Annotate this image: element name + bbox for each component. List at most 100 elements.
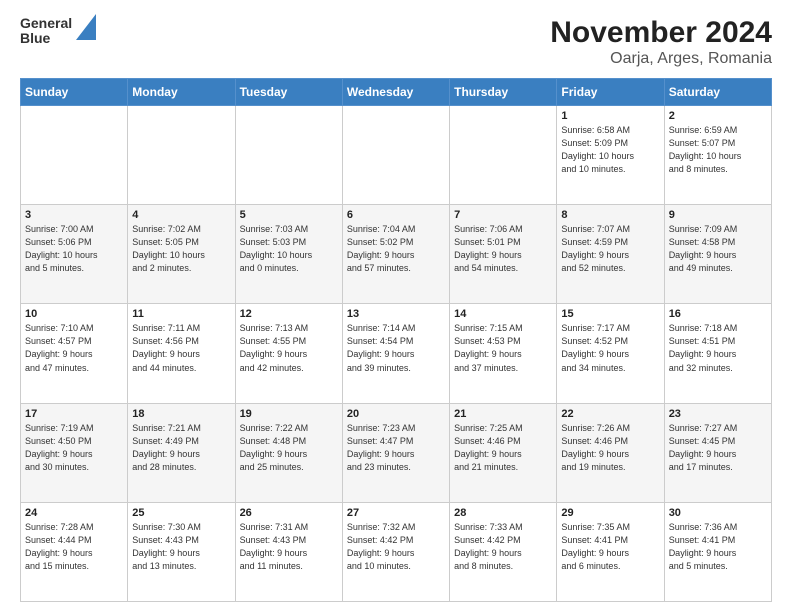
table-row: 27Sunrise: 7:32 AM Sunset: 4:42 PM Dayli… [342, 502, 449, 601]
header-wednesday: Wednesday [342, 79, 449, 106]
day-info: Sunrise: 7:07 AM Sunset: 4:59 PM Dayligh… [561, 223, 659, 275]
day-info: Sunrise: 7:27 AM Sunset: 4:45 PM Dayligh… [669, 422, 767, 474]
day-number: 10 [25, 308, 123, 320]
day-number: 12 [240, 308, 338, 320]
day-info: Sunrise: 7:17 AM Sunset: 4:52 PM Dayligh… [561, 322, 659, 374]
table-row: 14 Sunrise: 7:15 AM Sunset: 4:53 PM Dayli… [450, 304, 557, 403]
table-row: 8Sunrise: 7:07 AM Sunset: 4:59 PM Daylig… [557, 205, 664, 304]
header-sunday: Sunday [21, 79, 128, 106]
day-info: Sunrise: 7:13 AM Sunset: 4:55 PM Dayligh… [240, 322, 338, 374]
table-row: 20 Sunrise: 7:23 AM Sunset: 4:47 PM Dayli… [342, 403, 449, 502]
header-tuesday: Tuesday [235, 79, 342, 106]
day-info: Sunrise: 7:25 AM Sunset: 4:46 PM Dayligh… [454, 422, 552, 474]
table-row: 17 Sunrise: 7:19 AM Sunset: 4:50 PM Dayli… [21, 403, 128, 502]
day-number: 1 [561, 110, 659, 122]
day-number: 2 [669, 110, 767, 122]
day-info: Sunrise: 6:59 AM Sunset: 5:07 PM Dayligh… [669, 124, 767, 176]
day-info: Sunrise: 7:22 AM Sunset: 4:48 PM Dayligh… [240, 422, 338, 474]
day-number: 15 [561, 308, 659, 320]
header-monday: Monday [128, 79, 235, 106]
day-number: 16 [669, 308, 767, 320]
day-number: 29 [561, 507, 659, 519]
day-number: 5 [240, 209, 338, 221]
table-row: 2 Sunrise: 6:59 AM Sunset: 5:07 PM Daylig… [664, 106, 771, 205]
day-number: 4 [132, 209, 230, 221]
day-number: 17 [25, 408, 123, 420]
day-info: Sunrise: 7:23 AM Sunset: 4:47 PM Dayligh… [347, 422, 445, 474]
day-info: Sunrise: 7:26 AM Sunset: 4:46 PM Dayligh… [561, 422, 659, 474]
day-number: 24 [25, 507, 123, 519]
day-number: 23 [669, 408, 767, 420]
logo-text: General Blue [20, 16, 72, 47]
table-row [128, 106, 235, 205]
day-number: 3 [25, 209, 123, 221]
calendar-week-row: 3Sunrise: 7:00 AM Sunset: 5:06 PM Daylig… [21, 205, 772, 304]
table-row: 10 Sunrise: 7:10 AM Sunset: 4:57 PM Dayli… [21, 304, 128, 403]
table-row: 26Sunrise: 7:31 AM Sunset: 4:43 PM Dayli… [235, 502, 342, 601]
day-number: 28 [454, 507, 552, 519]
day-info: Sunrise: 7:35 AM Sunset: 4:41 PM Dayligh… [561, 521, 659, 573]
page: General Blue November 2024 Oarja, Arges,… [0, 0, 792, 612]
day-info: Sunrise: 7:32 AM Sunset: 4:42 PM Dayligh… [347, 521, 445, 573]
header-saturday: Saturday [664, 79, 771, 106]
table-row: 4 Sunrise: 7:02 AM Sunset: 5:05 PM Daylig… [128, 205, 235, 304]
table-row: 30 Sunrise: 7:36 AM Sunset: 4:41 PM Dayli… [664, 502, 771, 601]
table-row: 9Sunrise: 7:09 AM Sunset: 4:58 PM Daylig… [664, 205, 771, 304]
day-info: Sunrise: 7:15 AM Sunset: 4:53 PM Dayligh… [454, 322, 552, 374]
page-subtitle: Oarja, Arges, Romania [550, 50, 772, 68]
table-row [21, 106, 128, 205]
title-block: November 2024 Oarja, Arges, Romania [550, 16, 772, 68]
table-row: 25 Sunrise: 7:30 AM Sunset: 4:43 PM Dayli… [128, 502, 235, 601]
day-info: Sunrise: 7:28 AM Sunset: 4:44 PM Dayligh… [25, 521, 123, 573]
table-row: 5 Sunrise: 7:03 AM Sunset: 5:03 PM Daylig… [235, 205, 342, 304]
calendar-week-row: 24 Sunrise: 7:28 AM Sunset: 4:44 PM Dayli… [21, 502, 772, 601]
table-row: 21Sunrise: 7:25 AM Sunset: 4:46 PM Dayli… [450, 403, 557, 502]
table-row: 23 Sunrise: 7:27 AM Sunset: 4:45 PM Dayli… [664, 403, 771, 502]
day-info: Sunrise: 7:19 AM Sunset: 4:50 PM Dayligh… [25, 422, 123, 474]
table-row: 6Sunrise: 7:04 AM Sunset: 5:02 PM Daylig… [342, 205, 449, 304]
logo: General Blue [20, 16, 96, 47]
day-number: 19 [240, 408, 338, 420]
table-row: 22 Sunrise: 7:26 AM Sunset: 4:46 PM Dayli… [557, 403, 664, 502]
day-number: 20 [347, 408, 445, 420]
day-number: 11 [132, 308, 230, 320]
calendar-header-row: Sunday Monday Tuesday Wednesday Thursday… [21, 79, 772, 106]
day-info: Sunrise: 7:14 AM Sunset: 4:54 PM Dayligh… [347, 322, 445, 374]
day-info: Sunrise: 7:18 AM Sunset: 4:51 PM Dayligh… [669, 322, 767, 374]
calendar-week-row: 1Sunrise: 6:58 AM Sunset: 5:09 PM Daylig… [21, 106, 772, 205]
table-row: 29 Sunrise: 7:35 AM Sunset: 4:41 PM Dayli… [557, 502, 664, 601]
table-row: 12 Sunrise: 7:13 AM Sunset: 4:55 PM Dayli… [235, 304, 342, 403]
day-info: Sunrise: 7:33 AM Sunset: 4:42 PM Dayligh… [454, 521, 552, 573]
table-row: 11 Sunrise: 7:11 AM Sunset: 4:56 PM Dayli… [128, 304, 235, 403]
day-info: Sunrise: 7:06 AM Sunset: 5:01 PM Dayligh… [454, 223, 552, 275]
page-title: November 2024 [550, 16, 772, 50]
day-info: Sunrise: 7:04 AM Sunset: 5:02 PM Dayligh… [347, 223, 445, 275]
logo-icon [76, 14, 96, 40]
day-number: 7 [454, 209, 552, 221]
header-friday: Friday [557, 79, 664, 106]
day-info: Sunrise: 7:21 AM Sunset: 4:49 PM Dayligh… [132, 422, 230, 474]
day-number: 13 [347, 308, 445, 320]
day-number: 30 [669, 507, 767, 519]
calendar-week-row: 10 Sunrise: 7:10 AM Sunset: 4:57 PM Dayli… [21, 304, 772, 403]
day-number: 14 [454, 308, 552, 320]
table-row: 18 Sunrise: 7:21 AM Sunset: 4:49 PM Dayli… [128, 403, 235, 502]
calendar-table: Sunday Monday Tuesday Wednesday Thursday… [20, 78, 772, 602]
day-info: Sunrise: 7:10 AM Sunset: 4:57 PM Dayligh… [25, 322, 123, 374]
day-number: 25 [132, 507, 230, 519]
table-row: 28 Sunrise: 7:33 AM Sunset: 4:42 PM Dayli… [450, 502, 557, 601]
day-info: Sunrise: 7:02 AM Sunset: 5:05 PM Dayligh… [132, 223, 230, 275]
day-info: Sunrise: 7:03 AM Sunset: 5:03 PM Dayligh… [240, 223, 338, 275]
table-row [450, 106, 557, 205]
day-info: Sunrise: 7:36 AM Sunset: 4:41 PM Dayligh… [669, 521, 767, 573]
table-row: 13 Sunrise: 7:14 AM Sunset: 4:54 PM Dayli… [342, 304, 449, 403]
day-number: 22 [561, 408, 659, 420]
table-row: 3Sunrise: 7:00 AM Sunset: 5:06 PM Daylig… [21, 205, 128, 304]
day-number: 9 [669, 209, 767, 221]
table-row: 16 Sunrise: 7:18 AM Sunset: 4:51 PM Dayli… [664, 304, 771, 403]
day-number: 18 [132, 408, 230, 420]
table-row [235, 106, 342, 205]
header: General Blue November 2024 Oarja, Arges,… [20, 16, 772, 68]
day-info: Sunrise: 7:11 AM Sunset: 4:56 PM Dayligh… [132, 322, 230, 374]
day-info: Sunrise: 7:30 AM Sunset: 4:43 PM Dayligh… [132, 521, 230, 573]
